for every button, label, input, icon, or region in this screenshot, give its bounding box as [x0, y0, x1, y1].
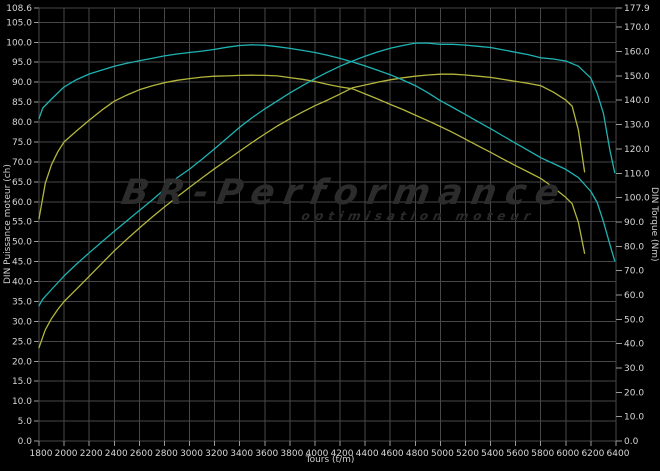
watermark-brand-text: BR-Performance — [118, 173, 571, 213]
svg-text:110.0: 110.0 — [624, 169, 650, 179]
svg-text:30.0: 30.0 — [624, 364, 644, 374]
x-axis-title: Tours (t/m) — [0, 455, 660, 465]
svg-text:130.0: 130.0 — [624, 121, 650, 131]
svg-text:80.0: 80.0 — [12, 118, 32, 128]
svg-text:120.0: 120.0 — [624, 145, 650, 155]
svg-text:140.0: 140.0 — [624, 96, 650, 106]
svg-text:20.0: 20.0 — [624, 388, 644, 398]
svg-text:35.0: 35.0 — [12, 297, 32, 307]
svg-text:40.0: 40.0 — [624, 340, 644, 350]
svg-text:160.0: 160.0 — [624, 48, 650, 58]
svg-text:30.0: 30.0 — [12, 317, 32, 327]
svg-text:25.0: 25.0 — [12, 337, 32, 347]
svg-text:40.0: 40.0 — [12, 278, 32, 288]
svg-text:55.0: 55.0 — [12, 218, 32, 228]
left-axis-title: DIN Puissance moteur (ch) — [3, 8, 13, 441]
svg-text:100.0: 100.0 — [624, 194, 650, 204]
svg-text:90.0: 90.0 — [12, 78, 32, 88]
svg-text:65.0: 65.0 — [12, 178, 32, 188]
svg-text:10.0: 10.0 — [12, 397, 32, 407]
svg-text:10.0: 10.0 — [624, 413, 644, 423]
svg-text:0.0: 0.0 — [624, 437, 639, 447]
svg-text:170.0: 170.0 — [624, 23, 650, 33]
svg-text:45.0: 45.0 — [12, 258, 32, 268]
svg-text:80.0: 80.0 — [624, 242, 644, 252]
right-axis-title: DIN Torque (Nm) — [649, 8, 659, 441]
svg-text:90.0: 90.0 — [624, 218, 644, 228]
svg-text:60.0: 60.0 — [624, 291, 644, 301]
watermark-subtitle-text: optimisation moteur — [239, 209, 537, 223]
svg-text:70.0: 70.0 — [624, 267, 644, 277]
svg-text:60.0: 60.0 — [12, 198, 32, 208]
svg-text:50.0: 50.0 — [624, 315, 644, 325]
svg-text:75.0: 75.0 — [12, 138, 32, 148]
svg-text:50.0: 50.0 — [12, 238, 32, 248]
svg-text:15.0: 15.0 — [12, 377, 32, 387]
svg-text:5.0: 5.0 — [18, 417, 33, 427]
svg-text:150.0: 150.0 — [624, 72, 650, 82]
svg-text:85.0: 85.0 — [12, 98, 32, 108]
dyno-chart: 0.0 5.0 10.0 15.0 20.0 25.0 30.0 35.0 40.0 45.0 50… — [0, 0, 660, 471]
svg-text:177.9: 177.9 — [624, 4, 650, 14]
dyno-plot-canvas: 0.0 5.0 10.0 15.0 20.0 25.0 30.0 35.0 40.0 45.0 50… — [0, 0, 660, 471]
svg-text:70.0: 70.0 — [12, 158, 32, 168]
svg-text:0.0: 0.0 — [18, 437, 33, 447]
svg-text:20.0: 20.0 — [12, 357, 32, 367]
svg-text:95.0: 95.0 — [12, 58, 32, 68]
